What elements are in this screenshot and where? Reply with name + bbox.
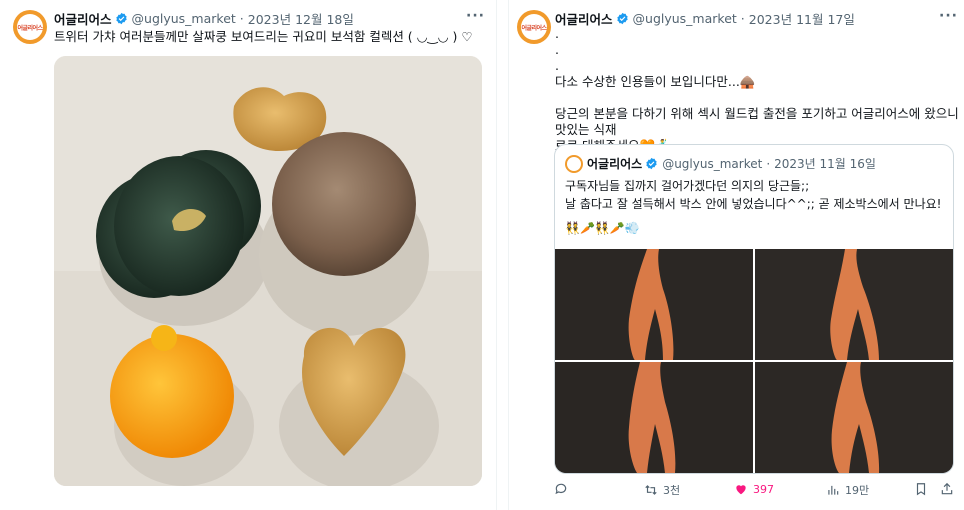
tweet-date[interactable]: 2023년 12월 18일 [248,9,354,28]
quote-avatar-mark [567,157,581,171]
quote-emoji-line: 👯🥕👯🥕💨 [565,221,640,235]
more-options-icon[interactable]: ··· [466,8,485,24]
views-icon [828,485,839,495]
handle[interactable]: @uglyus_market [132,11,236,26]
like-count: 397 [753,482,774,496]
bookmark-icon [916,483,926,496]
separator-dot: · [766,156,771,171]
like-button[interactable]: 397 [734,482,774,496]
quote-photo-grid[interactable] [555,249,953,473]
tweet-header: 어글리어스 @uglyus_market · 2023년 12월 18일 [54,9,354,28]
separator-dot: · [740,11,745,26]
quote-handle: @uglyus_market [662,156,763,171]
views-button[interactable]: 19만 [826,482,869,498]
vegetables-photo-image [54,56,482,486]
quote-text: 구독자님들 집까지 걸어가겠다던 의지의 당근들;; 날 춥다고 잘 설득해서 … [565,179,942,211]
retweet-icon [645,485,657,495]
share-icon [941,482,953,495]
views-count: 19만 [845,484,870,497]
right-tweet[interactable]: 어글리어스 어글리어스 @uglyus_market · 2023년 11월 1… [508,0,964,510]
carrot-photo-4[interactable] [755,362,953,473]
tweet-photo[interactable] [54,56,482,486]
carrot-image [755,362,953,473]
avatar[interactable]: 어글리어스 [517,10,551,44]
verified-badge-icon [115,12,127,25]
tweet-text: . . . 다소 수상한 인용들이 보입니다만...🛖 당근의 본분을 다하기 … [555,26,959,153]
reply-icon [555,483,567,495]
separator-dot: · [239,11,244,26]
retweet-count: 3천 [663,484,681,497]
tweet-text: 트위터 가챠 여러분들께만 살짜쿵 보여드리는 귀요미 보석함 컬렉션 ( ◡‿… [54,29,473,44]
handle[interactable]: @uglyus_market [633,11,737,26]
display-name[interactable]: 어글리어스 [54,9,112,28]
avatar-label: 어글리어스 [521,14,547,40]
heart-icon [736,485,746,495]
avatar-label: 어글리어스 [17,14,43,40]
reply-button[interactable] [554,482,568,496]
carrot-photo-2[interactable] [755,249,953,360]
carrot-image [555,362,753,473]
verified-badge-icon [616,12,628,25]
retweet-button[interactable]: 3천 [644,482,680,498]
share-button[interactable] [940,482,954,496]
quote-header: 어글리어스 @uglyus_market · 2023년 11월 16일 [587,155,876,172]
quote-avatar [565,155,583,173]
carrot-photo-1[interactable] [555,249,753,360]
tweet-action-bar: 3천 397 19만 [554,482,959,502]
left-tweet[interactable]: 어글리어스 어글리어스 @uglyus_market · 2023년 12월 1… [0,0,497,510]
quoted-tweet[interactable]: 어글리어스 @uglyus_market · 2023년 11월 16일 구독자… [554,144,954,474]
quote-date: 2023년 11월 16일 [774,157,876,171]
verified-badge-icon [646,157,657,170]
avatar[interactable]: 어글리어스 [13,10,47,44]
more-options-icon[interactable]: ··· [939,8,958,24]
carrot-image [555,249,753,360]
bookmark-button[interactable] [914,482,928,496]
panel-divider [497,0,507,510]
quote-display-name: 어글리어스 [587,157,643,171]
carrot-photo-3[interactable] [555,362,753,473]
carrot-image [755,249,953,360]
